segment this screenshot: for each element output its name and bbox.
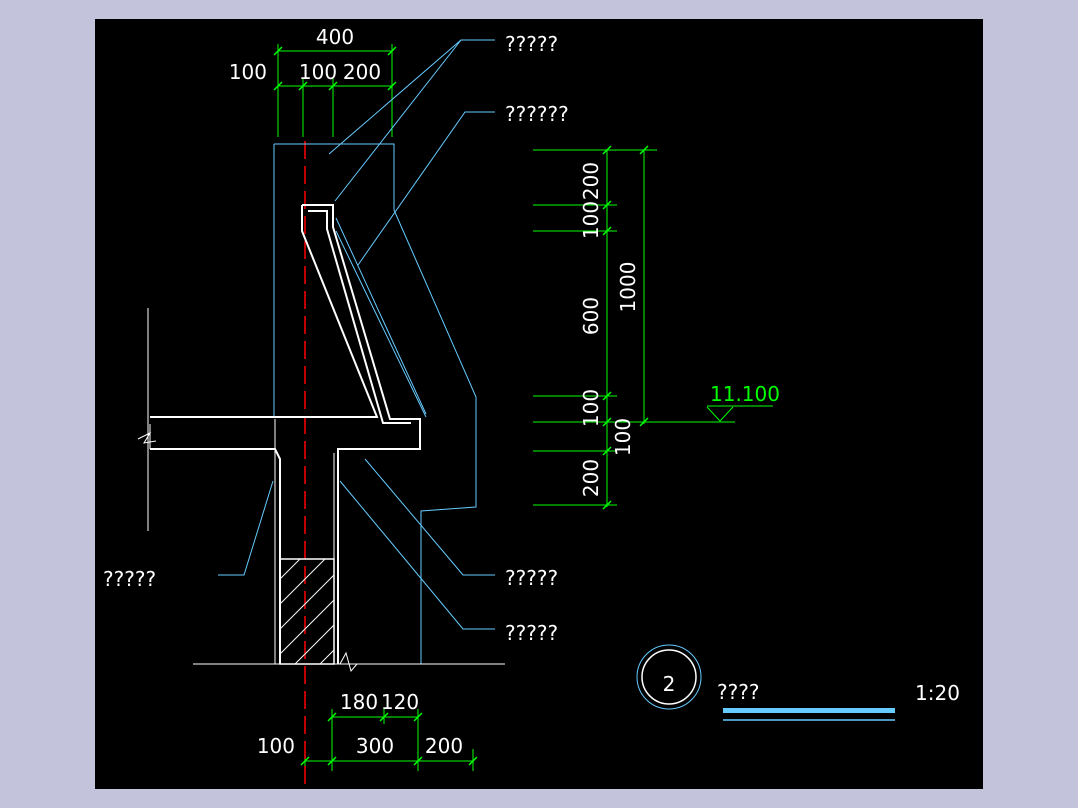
bottom-dimension-chain: 180 120 100 300 200 [257, 690, 478, 771]
label-left-1: ????? [103, 567, 156, 591]
title-text: ???? [717, 680, 759, 704]
label-right-1: ????? [505, 566, 558, 590]
parapet-structure [137, 141, 505, 784]
top-dimension-chain: 400 100 100 200 [229, 25, 397, 137]
dim-right-200: 200 [579, 162, 603, 200]
title-number: 2 [663, 672, 676, 696]
dim-bottom-300: 300 [356, 734, 394, 758]
dim-right-100a: 100 [579, 201, 603, 239]
drawing-area: 400 100 100 200 200 100 600 100 100 200 … [95, 19, 983, 789]
title-block: 2 ???? 1:20 [636, 644, 960, 721]
title-scale: 1:20 [915, 681, 960, 705]
dim-bottom-120: 120 [381, 690, 419, 714]
dim-top-total: 400 [316, 25, 354, 49]
label-right-2: ????? [505, 621, 558, 645]
dim-right-600: 600 [579, 297, 603, 335]
dim-right-200b: 200 [579, 459, 603, 497]
dim-top-left: 100 [229, 60, 267, 84]
dim-right-100b: 100 [579, 389, 603, 427]
dim-top-right: 200 [343, 60, 381, 84]
dim-right-100c: 100 [611, 418, 635, 456]
elevation-marker: 11.100 [706, 382, 780, 422]
dim-bottom-200: 200 [425, 734, 463, 758]
right-dimension-chain: 200 100 600 100 100 200 1000 [533, 145, 735, 510]
section-drawing: 400 100 100 200 200 100 600 100 100 200 … [103, 25, 960, 784]
dim-right-total: 1000 [616, 262, 640, 313]
elevation-value: 11.100 [710, 382, 780, 406]
dim-bottom-left: 100 [257, 734, 295, 758]
label-top-2: ?????? [505, 102, 569, 126]
label-top-1: ????? [505, 32, 558, 56]
dim-bottom-180: 180 [340, 690, 378, 714]
dim-top-mid: 100 [299, 60, 337, 84]
